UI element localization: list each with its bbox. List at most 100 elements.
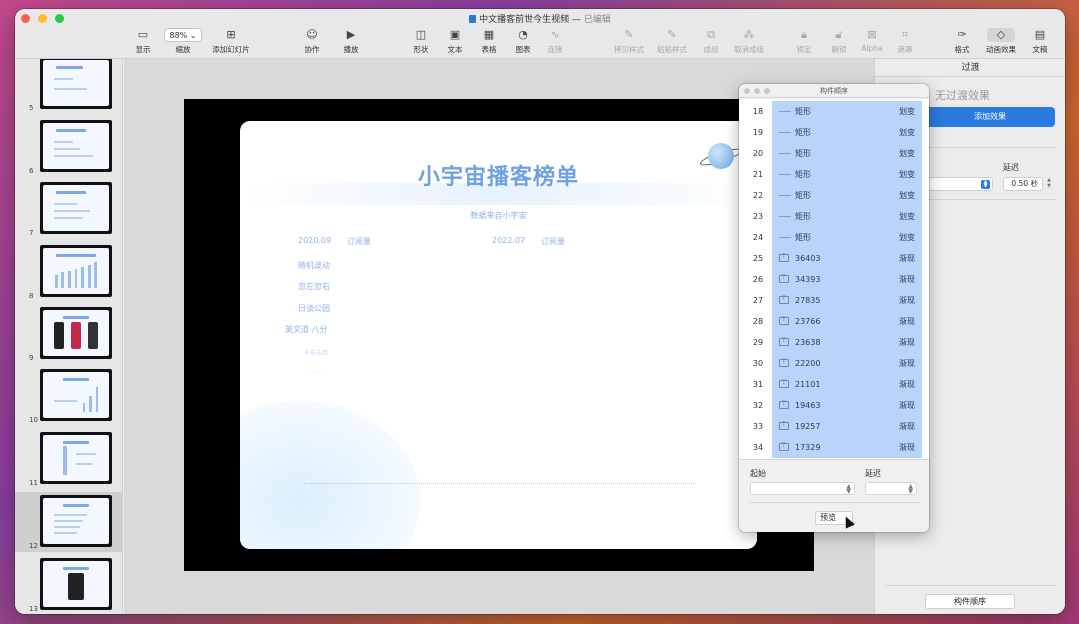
delay-stepper[interactable]: ▲ ▼	[1045, 177, 1053, 191]
collaborate-button[interactable]: ☺ 协作	[292, 28, 332, 55]
slide-thumbnail-9[interactable]: 9	[15, 304, 122, 364]
panel-close-button[interactable]	[744, 88, 750, 94]
copy-style-button[interactable]: ✎ 拷贝样式	[609, 28, 649, 55]
inspector-delay-label: 延迟	[1003, 163, 1019, 172]
build-step-number: 25	[752, 254, 764, 263]
tab-transition[interactable]: 过渡	[875, 59, 1065, 77]
podcast-name[interactable]: 日谈公园	[298, 303, 330, 314]
document-button[interactable]: ▤ 文稿	[1020, 28, 1060, 55]
build-effect-name: 渐现	[899, 317, 915, 326]
build-effect-name: 渐现	[899, 401, 915, 410]
build-step-number: 27	[752, 296, 764, 305]
build-object-name: 矩形	[795, 212, 811, 221]
build-order-row[interactable]: 21 矩形 划变	[739, 164, 929, 185]
start-select[interactable]: ▲ ▼	[750, 482, 855, 495]
zoom-control[interactable]: 88% ⌄ 缩放	[163, 28, 203, 55]
build-object-name: 19463	[795, 401, 821, 410]
shape-line-icon	[779, 153, 791, 154]
build-order-row[interactable]: 32 19463 渐现	[739, 395, 929, 416]
build-order-row[interactable]: 34 17329 渐现	[739, 437, 929, 458]
toolbar: 中文播客前世今生视频 — 已编辑 ▭ 显示 88% ⌄ 缩放 ⊞ 添加幻灯片 ☺…	[15, 9, 1065, 59]
build-effect-name: 渐现	[899, 359, 915, 368]
date-right[interactable]: 2022.07	[492, 236, 525, 245]
slide-title[interactable]: 小宇宙播客榜单	[240, 159, 757, 191]
ungroup-button[interactable]: ⁂ 取消成组	[729, 28, 769, 55]
text-box-icon	[779, 337, 789, 346]
build-order-list[interactable]: 18 矩形 划变 19 矩形 划变 20 矩形 划变 21 矩形 划变 22 矩形 划变 23 矩形 划变 24 矩形…	[739, 99, 929, 459]
inspector-delay-input[interactable]: 0.50 秒	[1003, 177, 1043, 191]
slide-thumbnail-11[interactable]: 11	[15, 429, 122, 489]
slide-thumbnail-7[interactable]: 7	[15, 179, 122, 239]
build-order-row[interactable]: 25 36403 渐现	[739, 248, 929, 269]
start-transition-select[interactable]: ▲ ▼	[925, 177, 993, 191]
current-slide[interactable]: 小宇宙播客榜单 数据来自小宇宙 2020.09 订阅量 2022.07 订阅量 …	[240, 121, 757, 549]
slide-thumbnail-10[interactable]: 10	[15, 366, 122, 426]
document-icon	[469, 15, 477, 23]
build-order-row[interactable]: 28 23766 渐现	[739, 311, 929, 332]
build-order-row[interactable]: 31 21101 渐现	[739, 374, 929, 395]
slide-thumbnail-8[interactable]: 8	[15, 242, 122, 302]
build-effect-name: 渐现	[899, 296, 915, 305]
build-step-number: 22	[752, 191, 764, 200]
build-step-number: 20	[752, 149, 764, 158]
build-order-row[interactable]: 24 矩形 划变	[739, 227, 929, 248]
label-left[interactable]: 订阅量	[347, 236, 371, 247]
label-right[interactable]: 订阅量	[541, 236, 565, 247]
build-object-name: 矩形	[795, 170, 811, 179]
build-step-number: 24	[752, 233, 764, 242]
animate-button[interactable]: ◇ 动画效果	[981, 28, 1021, 55]
slide-subtitle[interactable]: 数据来自小宇宙	[240, 210, 757, 221]
mask-button[interactable]: ⌗ 遮罩	[885, 28, 925, 55]
slide-thumbnail-6[interactable]: 6	[15, 117, 122, 177]
build-effect-name: 划变	[899, 128, 915, 137]
build-order-button[interactable]: 构件顺序	[925, 594, 1015, 609]
build-order-row[interactable]: 30 22200 渐现	[739, 353, 929, 374]
brush-icon: ✎	[624, 28, 634, 41]
lock-button[interactable]: 🔒︎ 锁定	[784, 28, 824, 55]
build-order-row[interactable]: 27 27835 渐现	[739, 290, 929, 311]
build-step-number: 18	[752, 107, 764, 116]
build-effect-name: 渐现	[899, 443, 915, 452]
shape-line-icon	[779, 195, 791, 196]
connect-button[interactable]: ∿ 连接	[535, 28, 575, 55]
paintbrush-icon: ✑	[957, 28, 967, 41]
build-order-titlebar[interactable]: 构件顺序	[739, 84, 929, 98]
build-effect-name: 渐现	[899, 422, 915, 431]
panel-minimize-button[interactable]	[754, 88, 760, 94]
build-order-row[interactable]: 23 矩形 划变	[739, 206, 929, 227]
podcast-name-faint[interactable]: 声东击西	[304, 348, 328, 357]
slide-thumbnail-12[interactable]: 12	[15, 492, 122, 552]
paste-style-button[interactable]: ✎ 粘贴样式	[652, 28, 692, 55]
build-order-panel: 构件顺序 18 矩形 划变 19 矩形 划变 20 矩形 划变 21 矩形 划变 22 矩形 划变 23 矩形划…	[739, 84, 929, 532]
build-order-row[interactable]: 22 矩形 划变	[739, 185, 929, 206]
document-panel-icon: ▤	[1034, 28, 1046, 41]
podcast-name-faint[interactable]: ……	[310, 367, 322, 374]
build-order-row[interactable]: 18 矩形 划变	[739, 101, 929, 122]
panel-zoom-button[interactable]	[764, 88, 770, 94]
podcast-name[interactable]: 英文道·八分	[285, 324, 328, 335]
view-button[interactable]: ▭ 显示	[123, 28, 163, 55]
build-object-name: 27835	[795, 296, 821, 305]
build-order-row[interactable]: 19 矩形 划变	[739, 122, 929, 143]
slide-thumbnail-5[interactable]: 5	[15, 59, 122, 114]
format-button[interactable]: ✑ 格式	[942, 28, 982, 55]
podcast-name[interactable]: 忽左忽右	[298, 281, 330, 292]
keynote-window: 中文播客前世今生视频 — 已编辑 ▭ 显示 88% ⌄ 缩放 ⊞ 添加幻灯片 ☺…	[15, 9, 1065, 614]
group-button[interactable]: ⧉ 成组	[691, 28, 731, 55]
delay-input[interactable]: ▲ ▼	[865, 482, 917, 495]
podcast-name[interactable]: 随机波动	[298, 260, 330, 271]
shape-line-icon	[779, 132, 791, 133]
zoom-select[interactable]: 88% ⌄	[164, 28, 202, 42]
add-slide-button[interactable]: ⊞ 添加幻灯片	[211, 28, 251, 55]
build-order-row[interactable]: 33 19257 渐现	[739, 416, 929, 437]
date-left[interactable]: 2020.09	[298, 236, 331, 245]
build-order-row[interactable]: 29 23638 渐现	[739, 332, 929, 353]
build-order-row[interactable]: 26 34393 渐现	[739, 269, 929, 290]
play-button[interactable]: ▶ 播放	[331, 28, 371, 55]
slide-thumbnail-13[interactable]: 13	[15, 555, 122, 614]
connect-icon: ∿	[550, 28, 560, 41]
add-effect-button[interactable]: 添加效果	[925, 107, 1055, 127]
build-order-row[interactable]: 20 矩形 划变	[739, 143, 929, 164]
dotted-divider	[304, 483, 696, 484]
edited-status: 已编辑	[583, 15, 611, 25]
